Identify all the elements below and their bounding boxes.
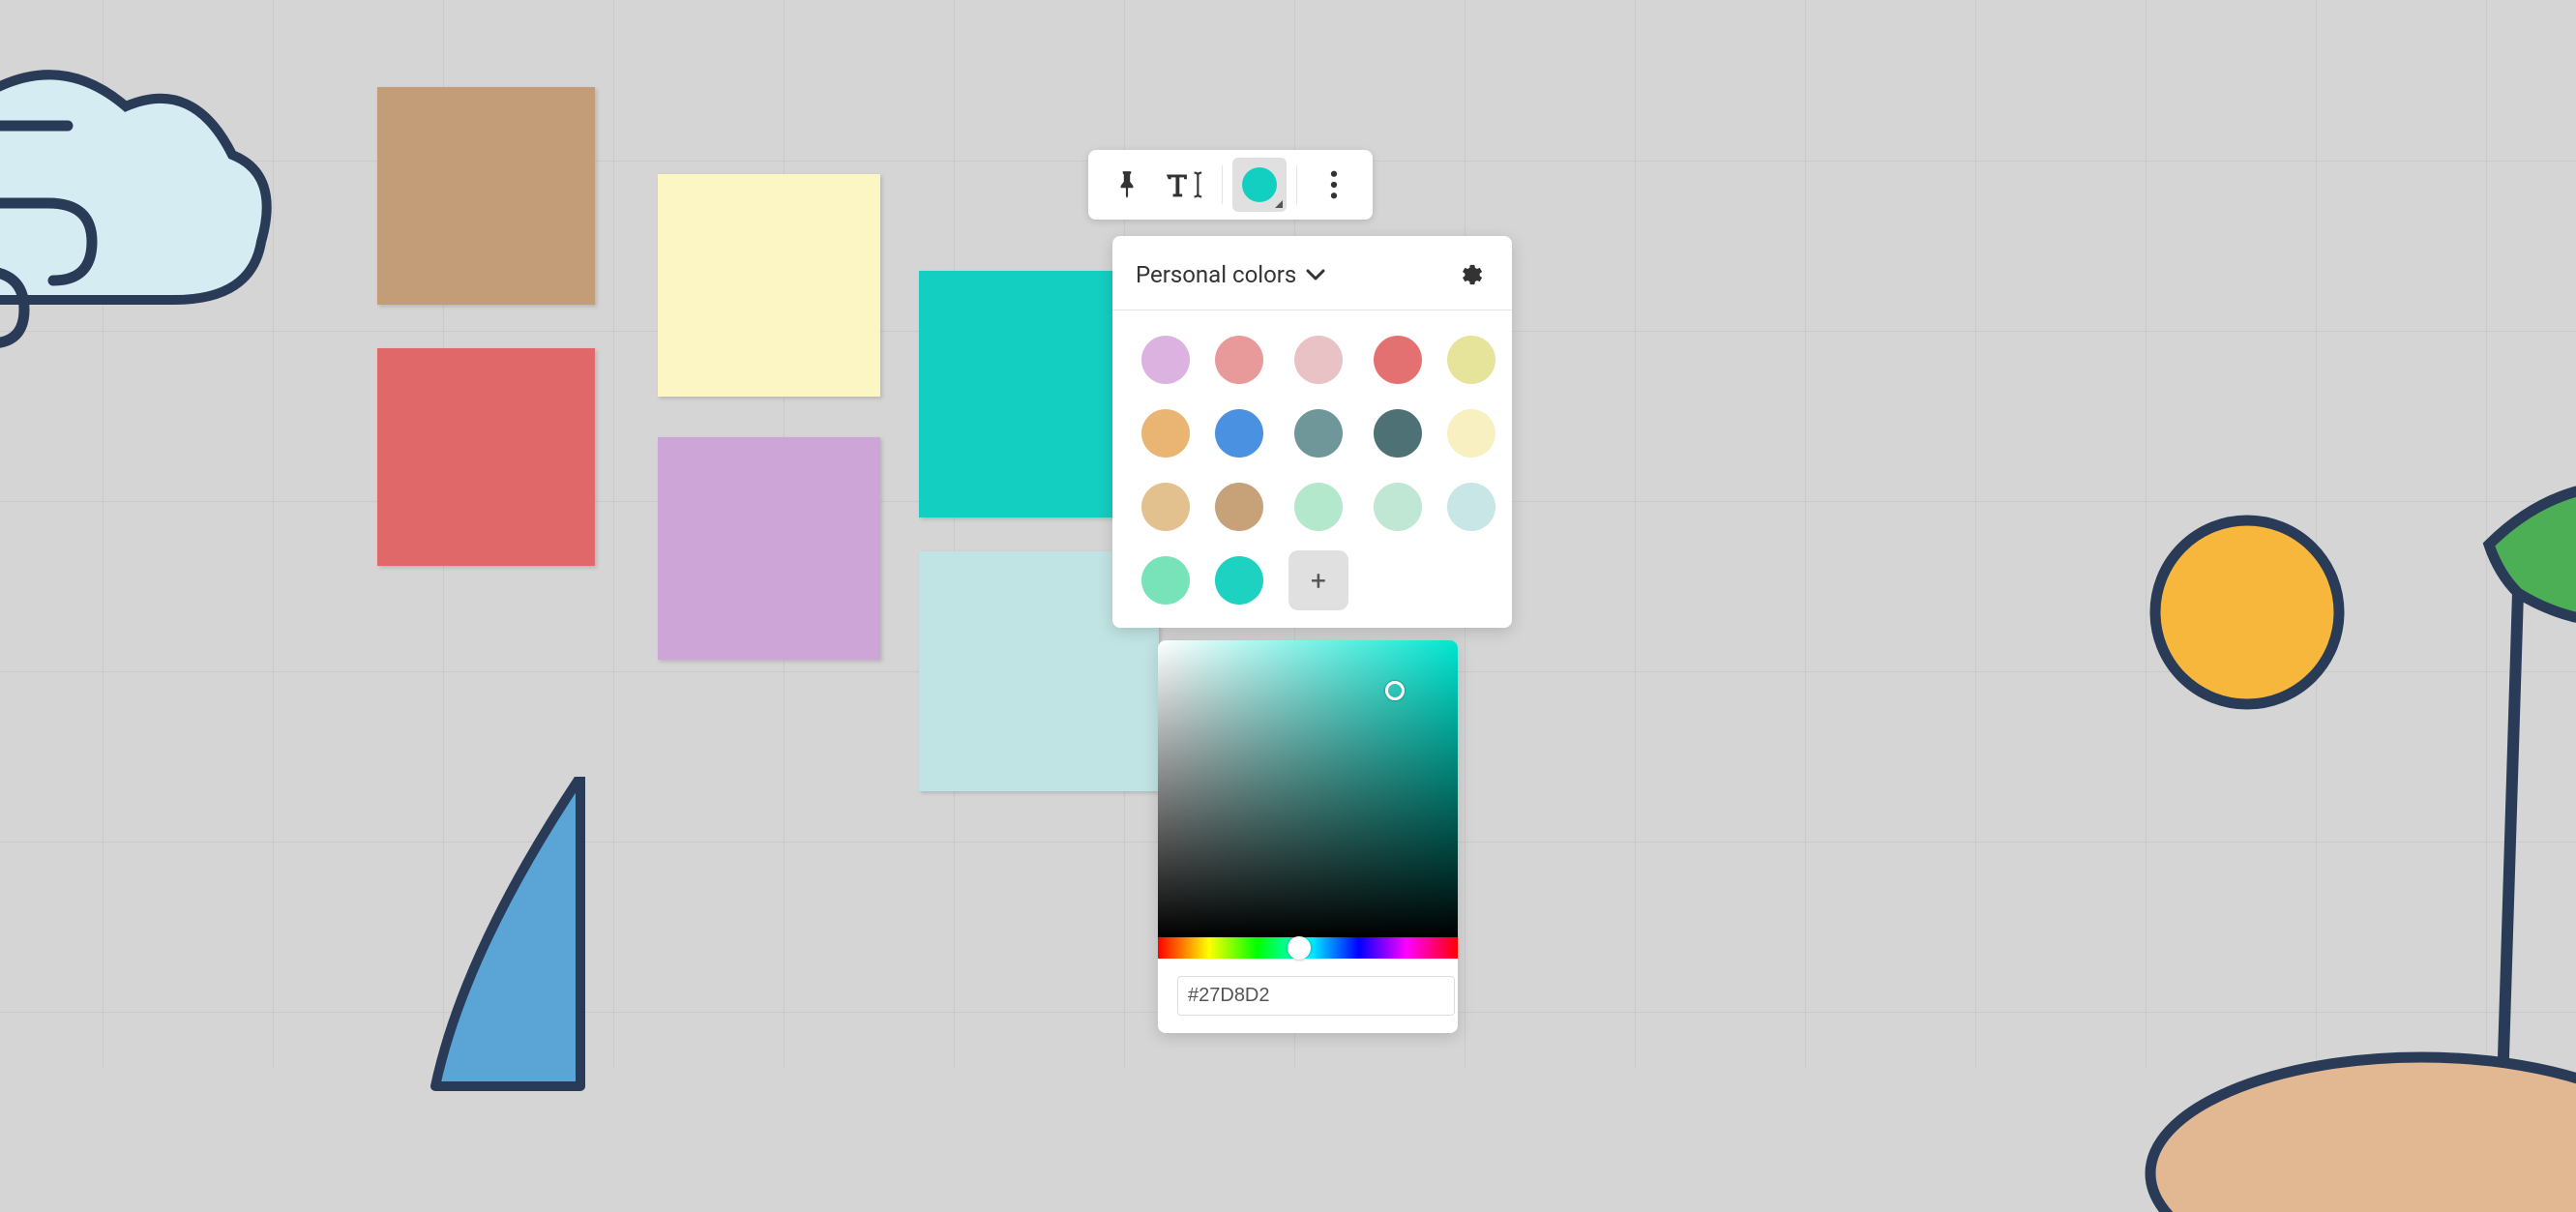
dropdown-indicator-icon xyxy=(1275,200,1283,208)
chevron-down-icon xyxy=(1306,268,1325,281)
saturation-lightness-field[interactable] xyxy=(1158,640,1458,937)
gear-icon xyxy=(1458,261,1485,288)
cloud-wind-illustration xyxy=(0,39,310,397)
sticky-note[interactable] xyxy=(658,437,880,660)
pin-icon xyxy=(1114,169,1140,200)
color-swatch[interactable] xyxy=(1447,483,1495,531)
hex-input[interactable] xyxy=(1177,976,1455,1016)
palette-header: Personal colors xyxy=(1112,236,1512,310)
more-options-button[interactable] xyxy=(1307,158,1361,212)
saturation-cursor[interactable] xyxy=(1385,681,1405,700)
color-swatch[interactable] xyxy=(1294,483,1343,531)
color-swatch[interactable] xyxy=(1374,336,1422,384)
color-swatch[interactable] xyxy=(1141,336,1190,384)
text-edit-button[interactable] xyxy=(1158,158,1212,212)
color-swatch[interactable] xyxy=(1374,409,1422,458)
swatch-grid: + xyxy=(1112,310,1512,628)
hue-cursor[interactable] xyxy=(1288,936,1311,960)
fill-color-button[interactable] xyxy=(1232,158,1287,212)
toolbar-separator xyxy=(1296,165,1297,204)
color-swatch[interactable] xyxy=(1215,483,1263,531)
custom-color-picker xyxy=(1158,640,1458,1033)
more-vertical-icon xyxy=(1330,170,1338,199)
color-swatch[interactable] xyxy=(1447,336,1495,384)
current-color-swatch xyxy=(1242,167,1277,202)
sticky-note[interactable] xyxy=(377,87,595,305)
palette-label: Personal colors xyxy=(1136,261,1296,288)
palm-sun-illustration xyxy=(1976,419,2576,1212)
color-swatch[interactable] xyxy=(1141,556,1190,605)
context-toolbar xyxy=(1088,150,1373,220)
pin-button[interactable] xyxy=(1100,158,1154,212)
palette-settings-button[interactable] xyxy=(1454,257,1489,292)
color-swatch[interactable] xyxy=(1374,483,1422,531)
sticky-note[interactable] xyxy=(377,348,595,566)
color-swatch[interactable] xyxy=(1447,409,1495,458)
hue-slider[interactable] xyxy=(1158,937,1458,959)
color-swatch[interactable] xyxy=(1215,336,1263,384)
sailboat-illustration xyxy=(416,777,725,1115)
color-swatch[interactable] xyxy=(1294,336,1343,384)
color-swatch[interactable] xyxy=(1141,409,1190,458)
text-cursor-icon xyxy=(1165,170,1205,199)
palette-selector[interactable]: Personal colors xyxy=(1136,261,1325,288)
add-color-button[interactable]: + xyxy=(1288,550,1348,610)
color-swatch[interactable] xyxy=(1141,483,1190,531)
color-palette-panel: Personal colors + xyxy=(1112,236,1512,628)
toolbar-separator xyxy=(1222,165,1223,204)
sticky-note[interactable] xyxy=(658,174,880,397)
color-swatch[interactable] xyxy=(1215,409,1263,458)
picker-footer xyxy=(1158,959,1458,1033)
color-swatch[interactable] xyxy=(1294,409,1343,458)
color-swatch[interactable] xyxy=(1215,556,1263,605)
